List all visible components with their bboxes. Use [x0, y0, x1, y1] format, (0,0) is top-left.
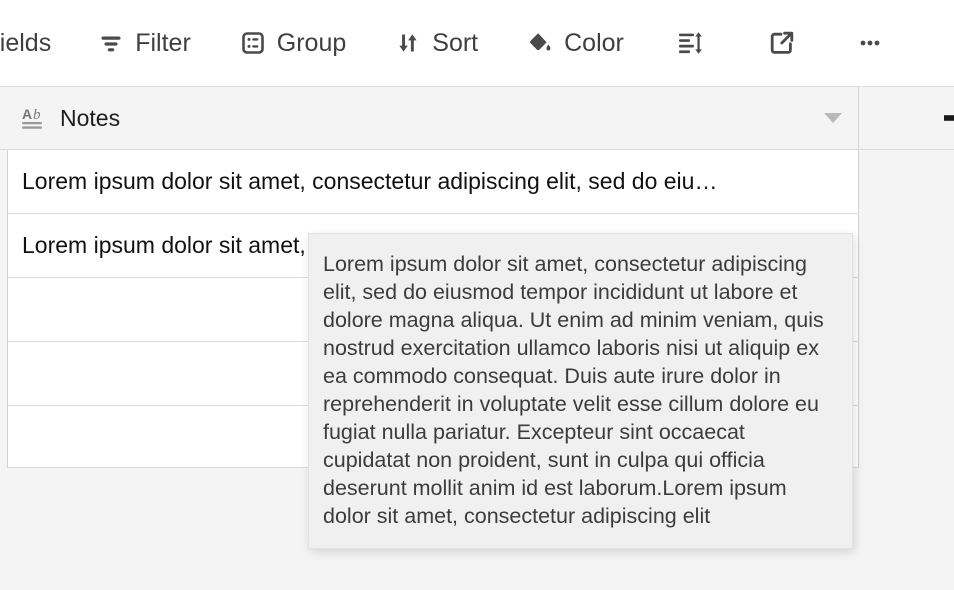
filter-button[interactable]: Filter [87, 21, 201, 65]
column-header-label: Notes [60, 104, 121, 131]
svg-text:A: A [22, 106, 32, 122]
hide-fields-label: e fields [0, 28, 52, 57]
row-height-button[interactable] [666, 21, 724, 65]
airtable-grid-view: e fields Filter [0, 0, 954, 590]
add-field-plus-icon[interactable] [941, 101, 954, 135]
filter-label: Filter [135, 28, 191, 57]
view-toolbar: e fields Filter [0, 0, 954, 87]
color-button[interactable]: Color [516, 21, 634, 65]
more-ellipsis-icon [856, 29, 884, 57]
color-paint-bucket-icon [526, 29, 554, 57]
color-label: Color [564, 28, 624, 57]
column-header-notes[interactable]: A b Notes [8, 87, 859, 149]
row-height-icon [676, 29, 704, 57]
hide-fields-button[interactable]: e fields [0, 21, 61, 65]
tooltip-text: Lorem ipsum dolor sit amet, consectetur … [323, 252, 830, 528]
add-field-column[interactable] [859, 87, 954, 149]
sort-icon [394, 29, 422, 57]
chevron-down-icon[interactable] [824, 113, 842, 123]
group-icon [239, 29, 267, 57]
cell-expanded-tooltip: Lorem ipsum dolor sit amet, consectetur … [308, 233, 853, 549]
group-label: Group [276, 28, 347, 57]
sort-button[interactable]: Sort [384, 21, 488, 65]
share-view-button[interactable] [758, 21, 816, 65]
cell-notes: Lorem ipsum dolor sit amet, consectetur … [22, 168, 718, 194]
share-external-link-icon [768, 29, 796, 57]
more-options-button[interactable] [846, 21, 904, 65]
grid-header-row: A b Notes [0, 87, 954, 150]
group-button[interactable]: Group [229, 21, 356, 65]
table-row[interactable]: Lorem ipsum dolor sit amet, consectetur … [8, 150, 859, 214]
sort-label: Sort [432, 28, 479, 57]
svg-text:b: b [33, 107, 41, 123]
long-text-ab-icon: A b [21, 104, 49, 132]
filter-icon [97, 29, 125, 57]
